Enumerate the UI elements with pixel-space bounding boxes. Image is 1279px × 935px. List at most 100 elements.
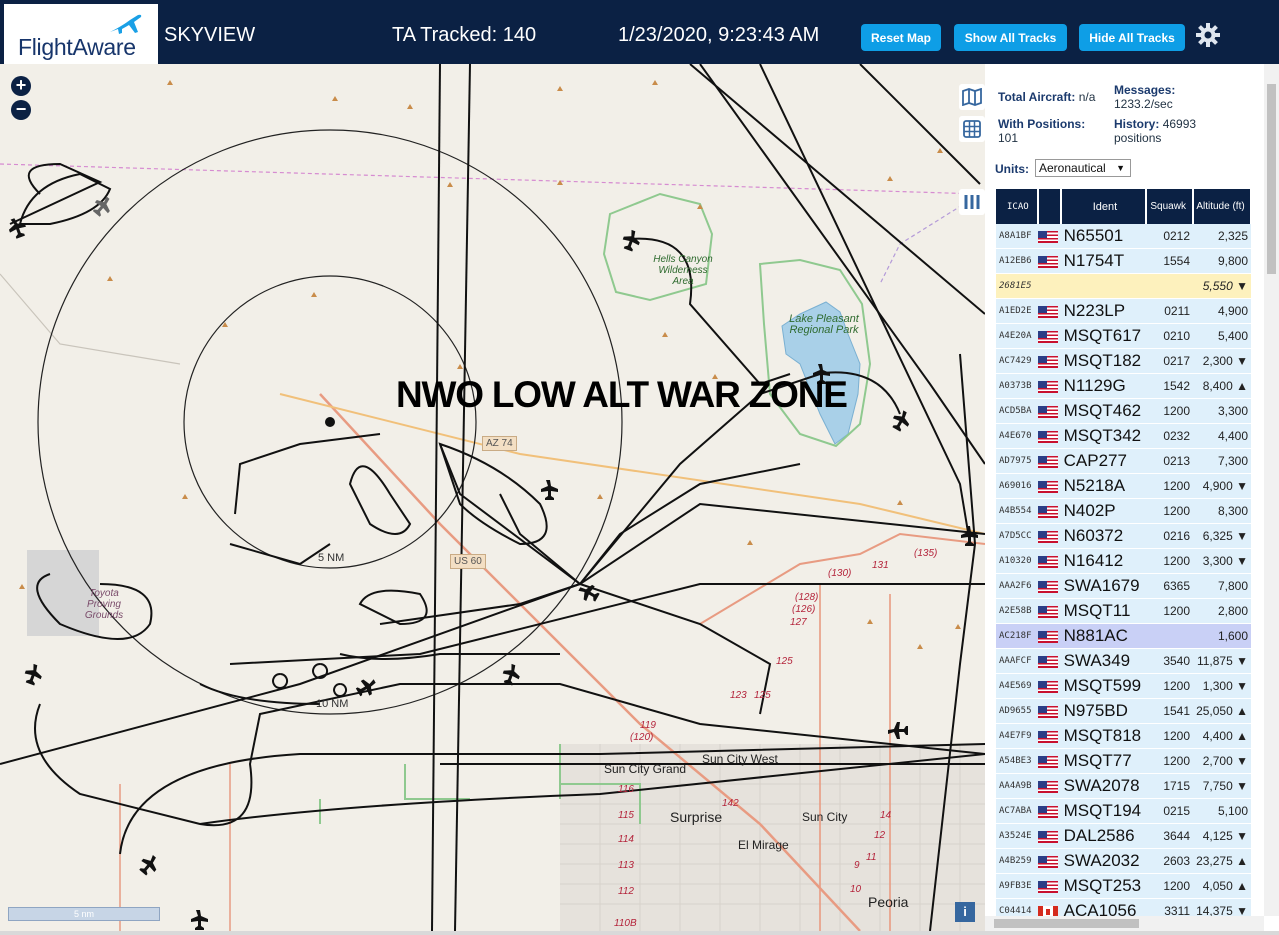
table-row[interactable]: A12EB6 N1754T 1554 9,800 [996,248,1251,274]
table-row[interactable]: A8A1BF N65501 0212 2,325 [996,224,1251,249]
squawk-cell: 6365 [1146,573,1194,599]
table-row[interactable]: A4E20A MSQT617 0210 5,400 [996,323,1251,349]
table-row[interactable]: AD7975 CAP277 0213 7,300 [996,448,1251,474]
chevron-down-icon: ▼ [1116,163,1125,173]
icao-cell: A3524E [996,823,1038,849]
flag-cell [1037,698,1061,724]
table-row[interactable]: AAA2F6 SWA1679 6365 7,800 [996,573,1251,599]
zoom-out-button[interactable]: − [11,100,31,120]
zoom-in-button[interactable]: + [11,76,31,96]
flag-cell [1037,773,1061,799]
table-row[interactable]: A3524E DAL2586 3644 4,125 ▼ [996,823,1251,849]
icao-cell: AD7975 [996,448,1038,474]
route-label: 114 [618,834,634,845]
squawk-cell [1146,623,1194,649]
table-row[interactable]: A0373B N1129G 1542 8,400 ▲ [996,373,1251,399]
table-row[interactable]: A54BE3 MSQT77 1200 2,700 ▼ [996,748,1251,774]
flag-cell [1037,798,1061,824]
table-row[interactable]: A9FB3E MSQT253 1200 4,050 ▲ [996,873,1251,899]
icao-cell: A0373B [996,373,1038,399]
flag-cell [1037,448,1061,474]
flag-cell [1037,648,1061,674]
grid-toggle-button[interactable] [959,116,985,142]
flag-cell [1037,873,1061,899]
squawk-cell: 1554 [1146,248,1194,274]
altitude-cell: 4,900 ▼ [1193,473,1251,499]
map-layers-button[interactable] [959,84,985,110]
route-label: 125 [754,690,771,701]
squawk-cell: 0217 [1146,348,1194,374]
table-row[interactable]: AC7429 MSQT182 0217 2,300 ▼ [996,348,1251,374]
squawk-cell: 0232 [1146,423,1194,449]
table-row[interactable]: ACD5BA MSQT462 1200 3,300 [996,398,1251,424]
flightaware-logo[interactable]: FlightAware [4,4,158,64]
flag-cell [1037,298,1061,324]
gear-icon[interactable] [1195,22,1221,48]
route-label: 113 [618,860,634,871]
us-flag-icon [1037,480,1058,493]
column-header-ident[interactable]: Ident [1060,189,1148,224]
stat-value: 101 [998,131,1019,145]
table-row[interactable]: 2681E5 5,550 ▼ [996,273,1251,299]
squawk-cell: 1542 [1146,373,1194,399]
table-row[interactable]: AAAFCF SWA349 3540 11,875 ▼ [996,648,1251,674]
ident-cell: MSQT818 [1060,723,1147,749]
vertical-scroll-thumb[interactable] [1267,84,1276,274]
table-row[interactable]: AD9655 N975BD 1541 25,050 ▲ [996,698,1251,724]
altitude-cell: 5,100 [1193,798,1251,824]
table-row[interactable]: AC7ABA MSQT194 0215 5,100 [996,798,1251,824]
table-row[interactable]: A1ED2E N223LP 0211 4,900 [996,298,1251,324]
table-row[interactable]: A4E670 MSQT342 0232 4,400 [996,423,1251,449]
horizontal-scroll-thumb[interactable] [994,919,1139,928]
reset-map-button[interactable]: Reset Map [861,24,941,51]
altitude-cell: 2,800 [1193,598,1251,624]
columns-toggle-button[interactable] [959,189,985,215]
ident-cell: N402P [1060,498,1147,524]
ident-cell: MSQT182 [1060,348,1147,374]
stat-value: 1233.2/sec [1114,97,1173,111]
table-row[interactable]: A4E7F9 MSQT818 1200 4,400 ▲ [996,723,1251,749]
table-row[interactable]: A69016 N5218A 1200 4,900 ▼ [996,473,1251,499]
altitude-cell: 5,550 ▼ [1193,273,1251,299]
route-label: 110B [614,918,637,929]
ident-cell: N1754T [1060,248,1147,274]
stat-with-positions: With Positions: 101 [998,117,1085,145]
map-canvas[interactable]: + − NWO LOW ALT WAR ZONE 5 NM 10 NM Hell… [0,64,985,931]
table-row[interactable]: AA4A9B SWA2078 1715 7,750 ▼ [996,773,1251,799]
us-flag-icon [1037,355,1058,368]
icao-cell: A7D5CC [996,523,1038,549]
route-label: (130) [828,568,852,579]
flag-cell [1037,723,1061,749]
show-all-tracks-button[interactable]: Show All Tracks [954,24,1067,51]
flag-cell [1037,323,1061,349]
altitude-cell: 4,900 [1193,298,1251,324]
grid-icon [963,120,981,138]
table-row[interactable]: A4B554 N402P 1200 8,300 [996,498,1251,524]
route-label: 112 [618,886,634,897]
table-row[interactable]: A4E569 MSQT599 1200 1,300 ▼ [996,673,1251,699]
icao-cell: A4E670 [996,423,1038,449]
stat-label: Total Aircraft: [998,90,1076,104]
column-header-altitude[interactable]: Altitude (ft) [1193,189,1252,224]
squawk-cell: 0213 [1146,448,1194,474]
hide-all-tracks-button[interactable]: Hide All Tracks [1079,24,1185,51]
column-header-flag[interactable] [1037,189,1062,224]
table-row[interactable]: A2E58B MSQT11 1200 2,800 [996,598,1251,624]
altitude-cell: 7,800 [1193,573,1251,599]
ident-cell: N16412 [1060,548,1147,574]
column-header-icao[interactable]: ICAO [996,189,1039,224]
table-row[interactable]: A4B259 SWA2032 2603 23,275 ▲ [996,848,1251,874]
ring-label-5nm: 5 NM [318,552,345,564]
info-button[interactable]: i [955,902,975,922]
table-row[interactable]: A10320 N16412 1200 3,300 ▼ [996,548,1251,574]
units-select[interactable]: Aeronautical ▼ [1035,159,1131,177]
ident-cell: SWA1679 [1060,573,1147,599]
ident-cell: N65501 [1060,224,1147,249]
us-flag-icon [1037,855,1058,868]
altitude-cell: 8,300 [1193,498,1251,524]
table-row[interactable]: A7D5CC N60372 0216 6,325 ▼ [996,523,1251,549]
column-header-squawk[interactable]: Squawk [1146,189,1195,224]
place-label-toyota: Toyota Proving Grounds [84,588,124,621]
table-row[interactable]: AC218F N881AC 1,600 [996,623,1251,649]
ident-cell: N1129G [1060,373,1147,399]
